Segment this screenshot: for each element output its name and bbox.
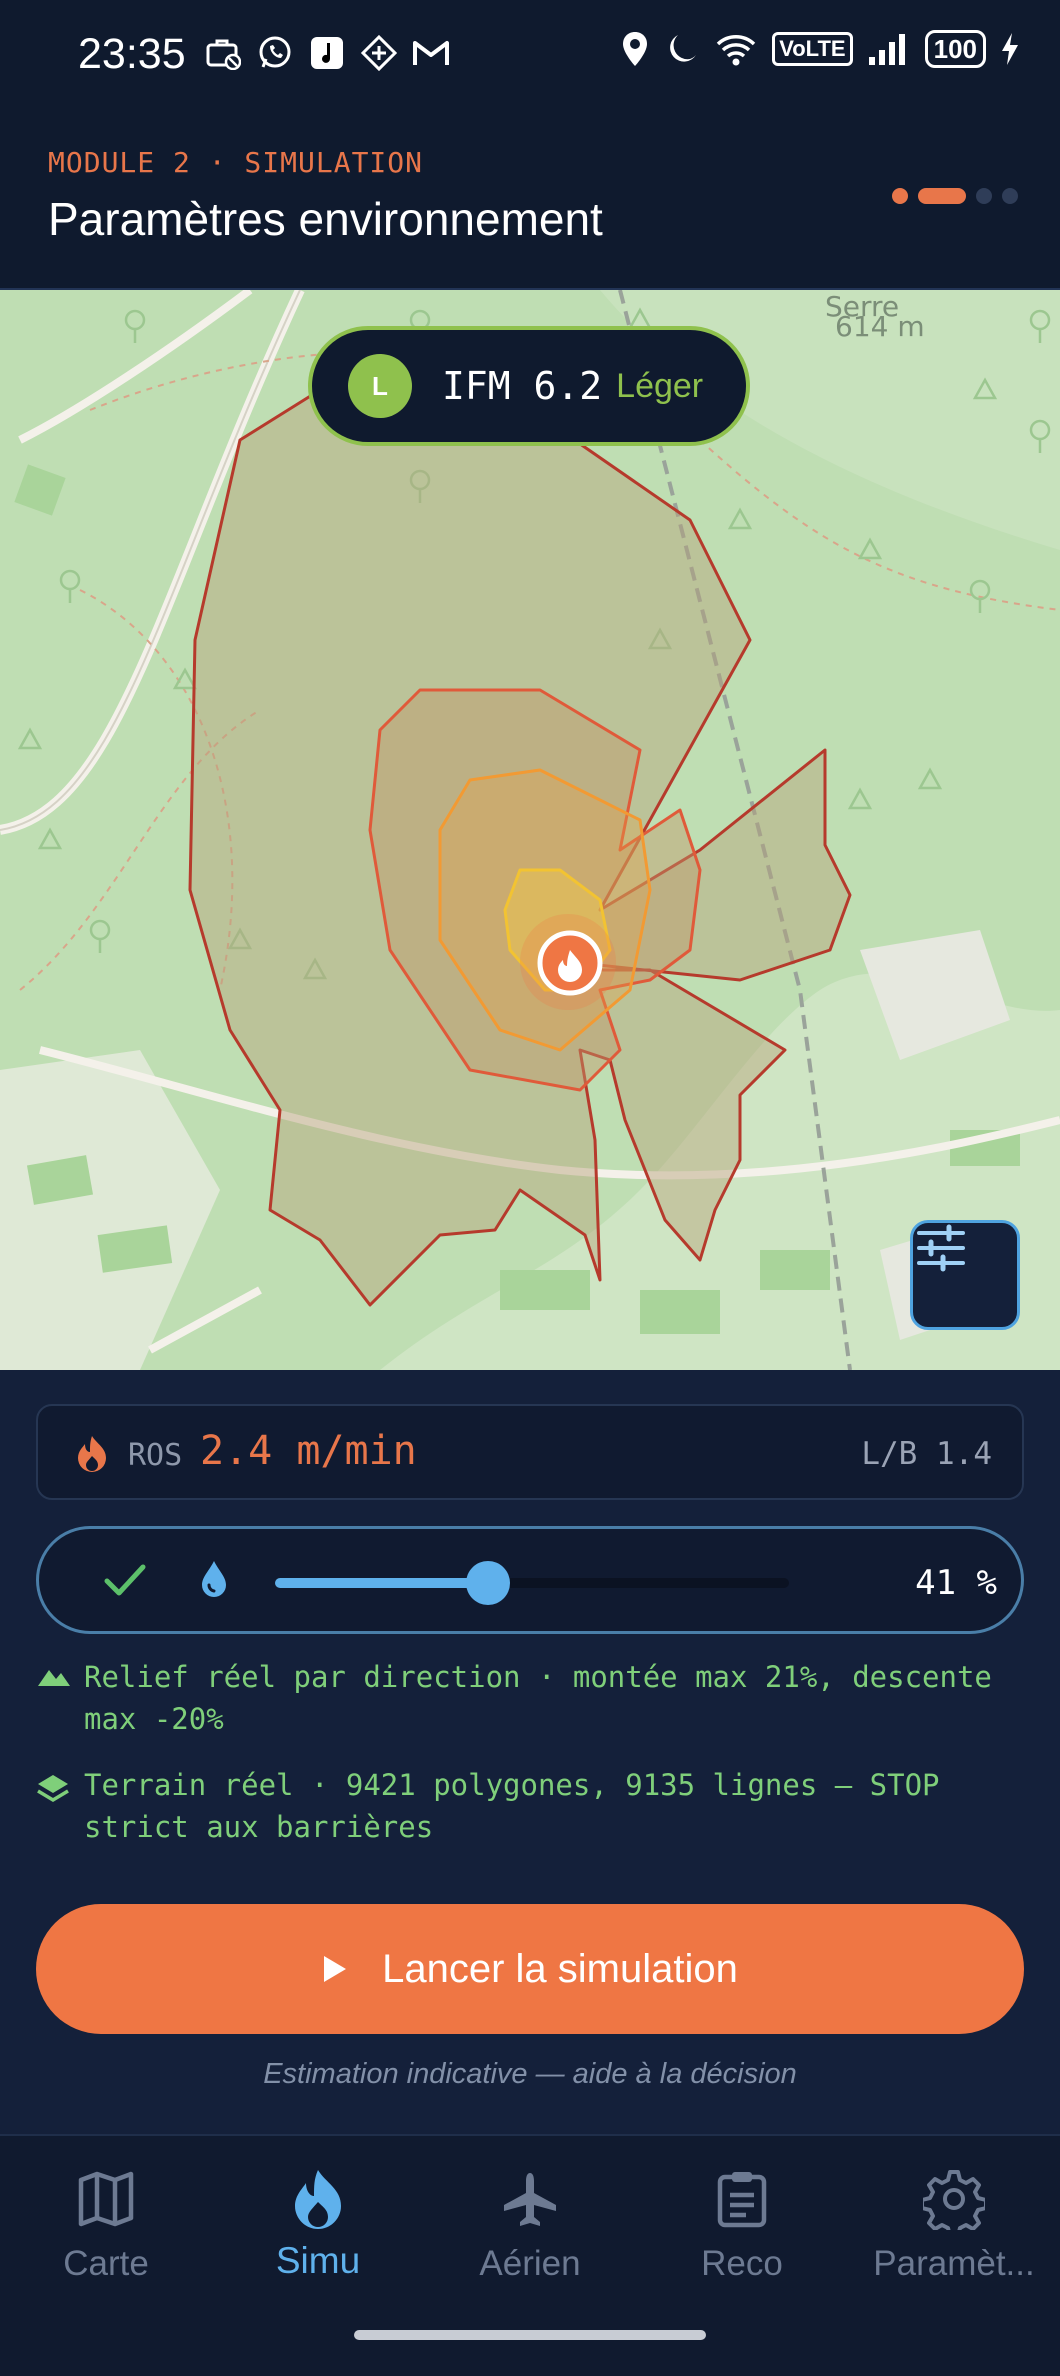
battery-indicator: 100 [924,30,986,68]
map-icon [78,2171,134,2227]
ifm-value: IFM 6.2 [442,364,603,408]
charging-icon [1002,33,1018,65]
signal-icon [868,34,905,65]
layers-icon [37,1775,69,1803]
status-bar: 23:35 VoLTE 100 [0,0,1060,118]
ifm-level-badge: L [348,354,412,418]
map-layers-settings-button[interactable] [910,1220,1020,1330]
relief-info-text: Relief réel par direction · montée max 2… [84,1660,992,1736]
launch-simulation-button[interactable]: Lancer la simulation [36,1904,1024,2034]
altitude-label: 614 m [835,310,925,343]
nav-label-simu: Simu [275,2240,361,2281]
fuel-moisture-slider-card: 41 % [36,1526,1024,1634]
wifi-icon [716,35,756,66]
gear-icon [923,2170,985,2230]
airplane-icon [504,2173,556,2226]
moisture-slider-thumb[interactable] [465,1561,510,1605]
page-header: MODULE 2 · SIMULATION Paramètres environ… [0,118,1060,290]
launch-simulation-label: Lancer la simulation [382,1946,738,1991]
briefcase-off-icon [204,34,242,72]
length-breadth-ratio: L/B 1.4 [861,1436,992,1472]
nav-label-reco: Reco [701,2244,783,2283]
check-icon[interactable] [103,1561,147,1601]
ifm-level-label: Léger [616,366,704,405]
sim-app-icon [360,34,398,72]
nav-item-aerien[interactable]: Aérien [424,2162,636,2284]
terrain-info: Terrain réel · 9421 polygones, 9135 lign… [36,1764,1036,1848]
step-dot-4 [1002,188,1018,204]
disclaimer-text: Estimation indicative — aide à la décisi… [263,2058,797,2090]
moon-icon [670,35,697,62]
nav-item-parametres[interactable]: Paramèt... [848,2162,1060,2284]
moisture-slider-track[interactable] [275,1561,789,1605]
flame-icon [295,2170,341,2229]
step-dot-1 [892,188,908,204]
nav-item-reco[interactable]: Reco [636,2162,848,2284]
water-drop-icon [202,1561,226,1597]
ros-label: ROS [128,1438,183,1473]
nav-item-carte[interactable]: Carte [0,2162,212,2284]
notification-icons [204,34,450,72]
location-icon [623,32,648,66]
step-indicator [892,188,1018,204]
home-indicator[interactable] [354,2330,706,2340]
nav-label-aerien: Aérien [479,2244,581,2283]
music-app-icon [308,34,346,72]
nav-label-carte: Carte [63,2244,149,2283]
flame-icon [78,1436,106,1472]
step-dot-2 [918,188,966,204]
terrain-info-text: Terrain réel · 9421 polygones, 9135 lign… [84,1768,940,1844]
ros-card: ROS 2.4 m/min L/B 1.4 [36,1404,1024,1500]
clipboard-icon [717,2172,767,2228]
status-time: 23:35 [78,30,186,78]
relief-info: Relief réel par direction · montée max 2… [36,1656,1036,1740]
gmail-icon [412,34,450,72]
mountain-icon [38,1670,70,1686]
page-title: Paramètres environnement [48,193,603,245]
play-icon [324,1956,347,1982]
sliders-icon [917,1224,965,1272]
map-canvas: Serre 614 m [0,290,1060,1370]
fire-simulation-map[interactable]: Serre 614 m L IFM 6.2 Léger [0,290,1060,1370]
system-icons: VoLTE 100 [620,30,1020,68]
module-label: MODULE 2 · SIMULATION [48,146,424,179]
nav-item-simu[interactable]: Simu [212,2162,424,2282]
ifm-indicator: L IFM 6.2 Léger [308,326,750,446]
volte-badge: VoLTE [772,32,853,66]
moisture-slider-fill [275,1578,488,1588]
moisture-value: 41 % [915,1563,997,1603]
step-dot-3 [976,188,992,204]
ros-value: 2.4 m/min [200,1428,417,1474]
whatsapp-icon [256,34,294,72]
nav-label-parametres: Paramèt... [873,2244,1035,2283]
